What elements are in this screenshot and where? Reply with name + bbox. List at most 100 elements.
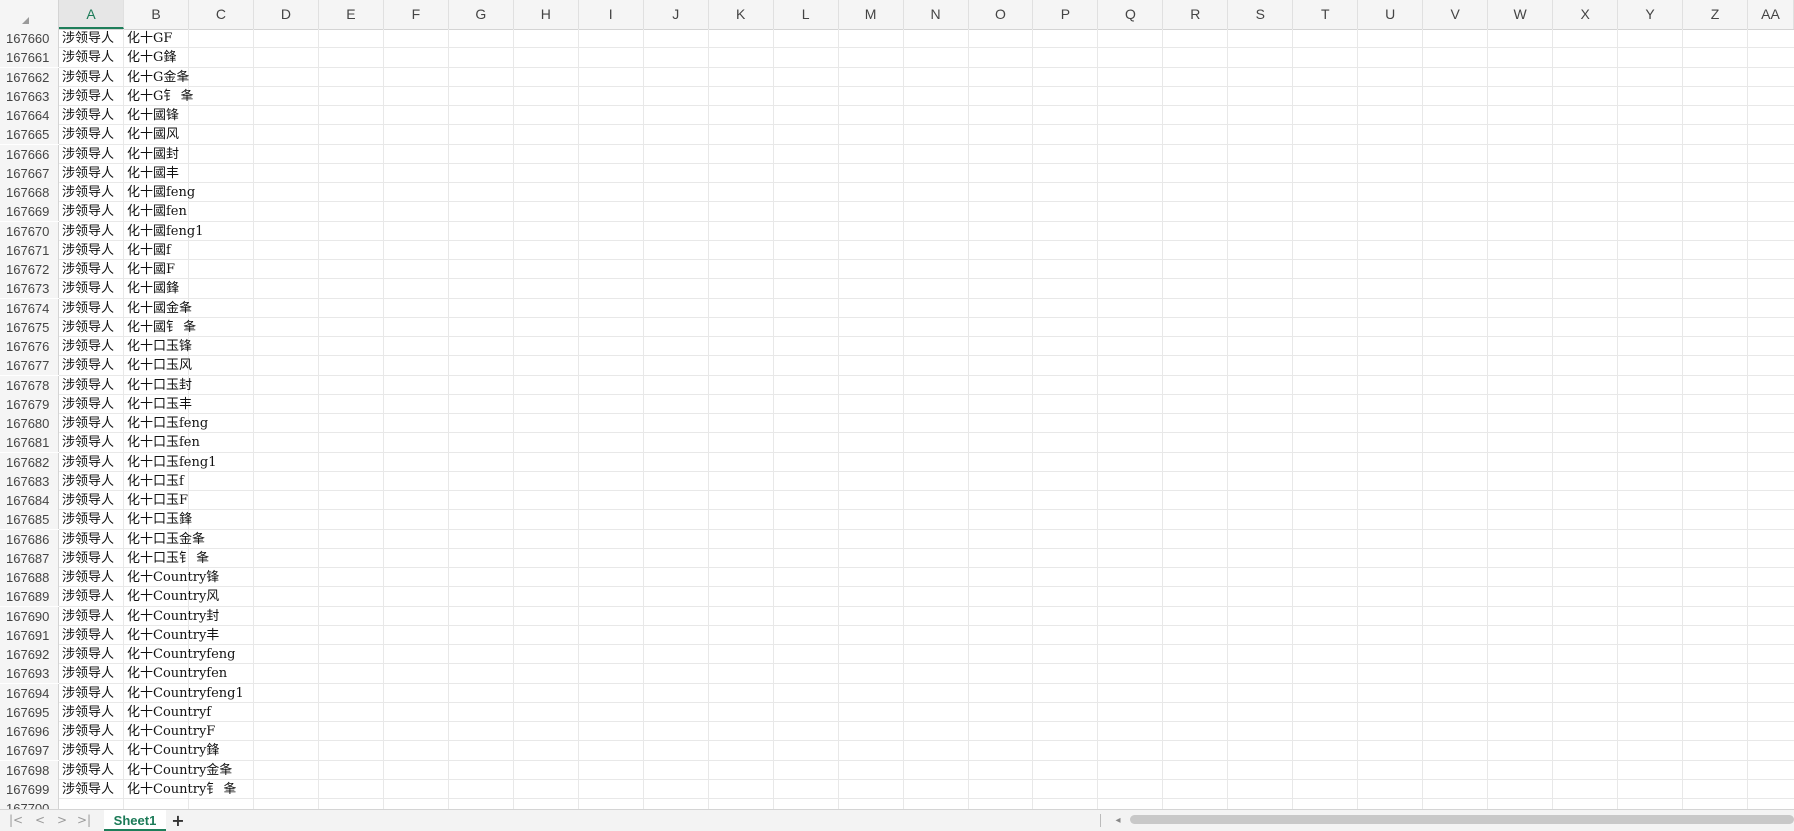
row-header[interactable]: 167661 — [0, 48, 59, 68]
cell-a[interactable]: 涉领导人 — [59, 587, 114, 606]
cell-a[interactable]: 涉领导人 — [59, 68, 114, 87]
cell-b[interactable]: 化十Country丰 — [124, 626, 219, 645]
cell-a[interactable]: 涉领导人 — [59, 260, 114, 279]
row-header[interactable]: 167694 — [0, 683, 59, 703]
cell-b[interactable]: 化十Countryfen — [124, 664, 227, 683]
cell-b[interactable]: 化十G钅 夆 — [124, 87, 194, 106]
row-header[interactable]: 167680 — [0, 414, 59, 433]
cell-b[interactable]: 化十口玉鋒 — [124, 510, 192, 529]
cell-b[interactable]: 化十國鋒 — [124, 279, 179, 298]
cell-a[interactable]: 涉领导人 — [59, 183, 114, 202]
row-header[interactable]: 167692 — [0, 645, 59, 664]
cell-b[interactable]: 化十口玉锋 — [124, 337, 192, 356]
spreadsheet[interactable]: A B C D E F G H I J K L M N O P Q R S T U V W X Y Z AA 167660 16766… — [0, 0, 1794, 830]
cell-b[interactable]: 化十口玉封 — [124, 376, 192, 395]
cell-b[interactable]: 化十國f — [124, 241, 171, 260]
column-header-b[interactable]: B — [124, 0, 189, 29]
cell-b[interactable]: 化十Country锋 — [124, 568, 219, 587]
cell-b[interactable]: 化十CountryF — [124, 722, 215, 741]
column-header-l[interactable]: L — [774, 0, 839, 29]
cell-a[interactable]: 涉领导人 — [59, 684, 114, 703]
cell-b[interactable]: 化十Countryfeng1 — [124, 684, 244, 703]
cell-a[interactable]: 涉领导人 — [59, 761, 114, 780]
cell-b[interactable]: 化十Country钅 夆 — [124, 780, 236, 799]
column-header-i[interactable]: I — [579, 0, 644, 29]
last-sheet-icon[interactable]: >| — [74, 812, 94, 829]
row-header[interactable]: 167685 — [0, 510, 59, 530]
column-header-f[interactable]: F — [384, 0, 449, 29]
cell-a[interactable]: 涉领导人 — [59, 106, 114, 125]
add-sheet-icon[interactable]: + — [168, 810, 188, 831]
row-header[interactable]: 167696 — [0, 722, 59, 741]
cell-b[interactable]: 化十Country封 — [124, 607, 219, 626]
cell-b[interactable]: 化十口玉fen — [124, 433, 200, 452]
row-header[interactable]: 167695 — [0, 702, 59, 722]
cell-a[interactable]: 涉领导人 — [59, 741, 114, 760]
cell-b[interactable]: 化十口玉丰 — [124, 395, 192, 414]
cell-b[interactable]: 化十口玉风 — [124, 356, 192, 375]
column-header-v[interactable]: V — [1423, 0, 1489, 29]
row-header[interactable]: 167691 — [0, 625, 59, 645]
cell-b[interactable]: 化十國feng1 — [124, 222, 203, 241]
cell-a[interactable]: 涉领导人 — [59, 568, 114, 587]
cell-a[interactable]: 涉领导人 — [59, 241, 114, 260]
cell-a[interactable]: 涉领导人 — [59, 510, 114, 529]
tab-scroll-splitter[interactable] — [1100, 814, 1101, 827]
cell-a[interactable]: 涉领导人 — [59, 414, 114, 433]
row-header[interactable]: 167667 — [0, 163, 59, 183]
row-header[interactable]: 167686 — [0, 529, 59, 549]
row-header[interactable]: 167669 — [0, 202, 59, 222]
cell-b[interactable]: 化十國封 — [124, 145, 179, 164]
cell-a[interactable]: 涉领导人 — [59, 645, 114, 664]
column-header-a[interactable]: A — [59, 0, 124, 29]
row-header[interactable]: 167693 — [0, 664, 59, 684]
column-header-n[interactable]: N — [904, 0, 969, 29]
cell-a[interactable]: 涉领导人 — [59, 780, 114, 799]
row-header[interactable]: 167677 — [0, 356, 59, 376]
cell-b[interactable]: 化十口玉feng1 — [124, 453, 216, 472]
column-header-y[interactable]: Y — [1618, 0, 1684, 29]
column-header-t[interactable]: T — [1293, 0, 1359, 29]
next-sheet-icon[interactable]: > — [52, 812, 72, 829]
cell-b[interactable]: 化十國feng — [124, 183, 195, 202]
row-header[interactable]: 167681 — [0, 433, 59, 453]
horizontal-scrollbar-thumb[interactable] — [1130, 815, 1794, 824]
cell-b[interactable]: 化十Countryfeng — [124, 645, 236, 664]
column-header-c[interactable]: C — [189, 0, 254, 29]
prev-sheet-icon[interactable]: < — [30, 812, 50, 829]
cell-b[interactable]: 化十Country金夆 — [124, 761, 232, 780]
row-header[interactable]: 167697 — [0, 741, 59, 761]
row-header[interactable]: 167698 — [0, 760, 59, 780]
row-header[interactable]: 167682 — [0, 452, 59, 472]
cell-b[interactable]: 化十G金夆 — [124, 68, 189, 87]
cell-b[interactable]: 化十國钅 夆 — [124, 318, 196, 337]
cell-a[interactable]: 涉领导人 — [59, 125, 114, 144]
cell-b[interactable]: 化十國fen — [124, 202, 187, 221]
column-header-d[interactable]: D — [254, 0, 319, 29]
column-header-p[interactable]: P — [1033, 0, 1099, 29]
cell-a[interactable]: 涉领导人 — [59, 29, 114, 48]
column-header-s[interactable]: S — [1228, 0, 1294, 29]
row-header[interactable]: 167699 — [0, 779, 59, 799]
column-header-h[interactable]: H — [514, 0, 579, 29]
column-header-e[interactable]: E — [319, 0, 384, 29]
cell-b[interactable]: 化十GF — [124, 29, 172, 48]
row-header[interactable]: 167684 — [0, 491, 59, 510]
cell-b[interactable]: 化十國F — [124, 260, 175, 279]
column-header-w[interactable]: W — [1488, 0, 1554, 29]
cell-a[interactable]: 涉领导人 — [59, 722, 114, 741]
row-header[interactable]: 167660 — [0, 29, 59, 48]
row-header[interactable]: 167665 — [0, 125, 59, 145]
cell-a[interactable]: 涉领导人 — [59, 299, 114, 318]
cell-a[interactable]: 涉领导人 — [59, 164, 114, 183]
cell-b[interactable]: 化十國丰 — [124, 164, 179, 183]
cell-a[interactable]: 涉领导人 — [59, 491, 114, 510]
sheet-tab-sheet1[interactable]: Sheet1 — [104, 810, 166, 831]
first-sheet-icon[interactable]: |< — [6, 812, 26, 829]
cell-b[interactable]: 化十口玉f — [124, 472, 184, 491]
cell-a[interactable]: 涉领导人 — [59, 530, 114, 549]
row-header[interactable]: 167664 — [0, 106, 59, 125]
cell-a[interactable]: 涉领导人 — [59, 376, 114, 395]
row-header[interactable]: 167683 — [0, 471, 59, 491]
row-header[interactable]: 167687 — [0, 548, 59, 568]
